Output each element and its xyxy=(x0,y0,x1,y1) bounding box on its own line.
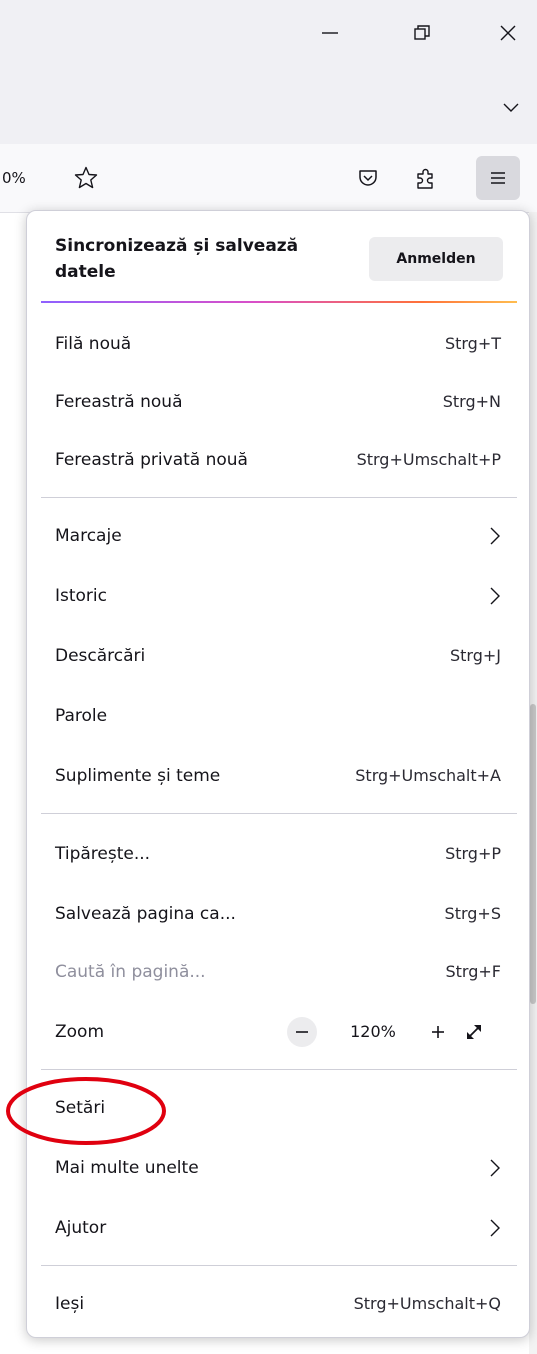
menu-item-label: Marcaje xyxy=(55,526,122,546)
minimize-icon xyxy=(322,32,338,34)
zoom-in-button[interactable] xyxy=(423,1017,453,1047)
menu-item-label: Istoric xyxy=(55,586,107,606)
menu-item-label: Fereastră privată nouă xyxy=(55,450,248,470)
menu-item-shortcut: Strg+J xyxy=(449,646,501,665)
menu-item-downloads[interactable]: Descărcări Strg+J xyxy=(27,627,529,685)
tab-strip xyxy=(0,70,537,144)
menu-item-label: Ajutor xyxy=(55,1218,107,1238)
zoom-out-button[interactable] xyxy=(287,1017,317,1047)
menu-item-history[interactable]: Istoric xyxy=(27,567,529,625)
plus-icon xyxy=(432,1026,444,1038)
menu-item-shortcut: Strg+P xyxy=(445,844,501,863)
menu-item-label: Setări xyxy=(55,1098,106,1118)
sync-description: Sincronizează și salvează datele xyxy=(55,236,299,282)
sync-section: Sincronizează și salvează datele Anmelde… xyxy=(27,211,529,303)
minimize-button[interactable] xyxy=(307,10,353,56)
pocket-button[interactable] xyxy=(346,156,390,200)
sync-gradient-divider xyxy=(41,301,517,303)
menu-item-find-in-page: Caută în pagină... Strg+F xyxy=(27,943,529,1001)
menu-item-quit[interactable]: Ieși Strg+Umschalt+Q xyxy=(27,1275,529,1333)
navigation-toolbar: 0% xyxy=(0,144,537,213)
page-scrollbar-thumb[interactable] xyxy=(530,704,536,1004)
menu-item-new-window[interactable]: Fereastră nouă Strg+N xyxy=(27,373,529,431)
menu-item-print[interactable]: Tipărește... Strg+P xyxy=(27,825,529,883)
restore-button[interactable] xyxy=(399,10,445,56)
extensions-icon xyxy=(417,168,433,189)
chevron-right-icon xyxy=(490,527,500,545)
chevron-right-icon xyxy=(490,587,500,605)
menu-item-label: Parole xyxy=(55,706,108,726)
extensions-button[interactable] xyxy=(404,156,448,200)
menu-item-label: Tipărește... xyxy=(55,844,151,864)
hamburger-menu-icon xyxy=(491,172,505,184)
chevron-down-icon xyxy=(503,103,519,112)
menu-item-new-tab[interactable]: Filă nouă Strg+T xyxy=(27,315,529,373)
zoom-reset-button[interactable]: 120% xyxy=(327,1003,419,1061)
zoom-indicator[interactable]: 0% xyxy=(0,152,62,204)
menu-item-shortcut: Strg+S xyxy=(444,904,501,923)
menu-item-shortcut: Strg+T xyxy=(444,334,501,353)
menu-item-label: Filă nouă xyxy=(55,334,132,354)
menu-item-zoom: Zoom 120% xyxy=(27,1003,529,1061)
fullscreen-button[interactable] xyxy=(459,1017,489,1047)
menu-item-save-page[interactable]: Salvează pagina ca... Strg+S xyxy=(27,885,529,943)
title-bar xyxy=(0,0,537,70)
list-all-tabs-button[interactable] xyxy=(488,84,534,130)
menu-item-label: Fereastră nouă xyxy=(55,392,183,412)
close-window-button[interactable] xyxy=(485,10,531,56)
app-menu-panel: Sincronizează și salvează datele Anmelde… xyxy=(26,210,530,1338)
menu-item-shortcut: Strg+Umschalt+A xyxy=(355,766,501,785)
star-icon xyxy=(74,166,98,189)
bookmark-star-button[interactable] xyxy=(64,156,108,200)
zoom-label: Zoom xyxy=(55,1022,105,1042)
menu-item-more-tools[interactable]: Mai multe unelte xyxy=(27,1139,529,1197)
menu-item-shortcut: Strg+F xyxy=(445,962,502,981)
fullscreen-icon xyxy=(467,1025,481,1039)
menu-separator xyxy=(41,497,517,498)
restore-icon xyxy=(414,25,430,40)
pocket-icon xyxy=(359,170,377,186)
menu-item-label: Caută în pagină... xyxy=(55,962,206,982)
menu-item-shortcut: Strg+N xyxy=(442,392,501,411)
menu-item-label: Descărcări xyxy=(55,646,146,666)
menu-separator xyxy=(41,1069,517,1070)
open-menu-button[interactable] xyxy=(476,156,520,200)
menu-item-shortcut: Strg+Umschalt+P xyxy=(356,450,501,469)
menu-item-label: Suplimente și teme xyxy=(55,766,221,786)
menu-separator xyxy=(41,1265,517,1266)
menu-separator xyxy=(41,813,517,814)
menu-item-label: Mai multe unelte xyxy=(55,1158,199,1178)
close-icon xyxy=(500,25,516,41)
chevron-right-icon xyxy=(490,1219,500,1237)
chevron-right-icon xyxy=(490,1159,500,1177)
menu-item-label: Ieși xyxy=(55,1294,85,1314)
menu-item-addons-themes[interactable]: Suplimente și teme Strg+Umschalt+A xyxy=(27,747,529,805)
menu-item-passwords[interactable]: Parole xyxy=(27,687,529,745)
sign-in-button[interactable]: Anmelden xyxy=(369,237,503,281)
menu-item-new-private-window[interactable]: Fereastră privată nouă Strg+Umschalt+P xyxy=(27,431,529,489)
menu-item-settings[interactable]: Setări xyxy=(27,1079,529,1137)
menu-item-shortcut: Strg+Umschalt+Q xyxy=(353,1294,501,1313)
menu-item-bookmarks[interactable]: Marcaje xyxy=(27,507,529,565)
menu-item-help[interactable]: Ajutor xyxy=(27,1199,529,1257)
minus-icon xyxy=(296,1031,308,1033)
menu-item-label: Salvează pagina ca... xyxy=(55,904,236,924)
